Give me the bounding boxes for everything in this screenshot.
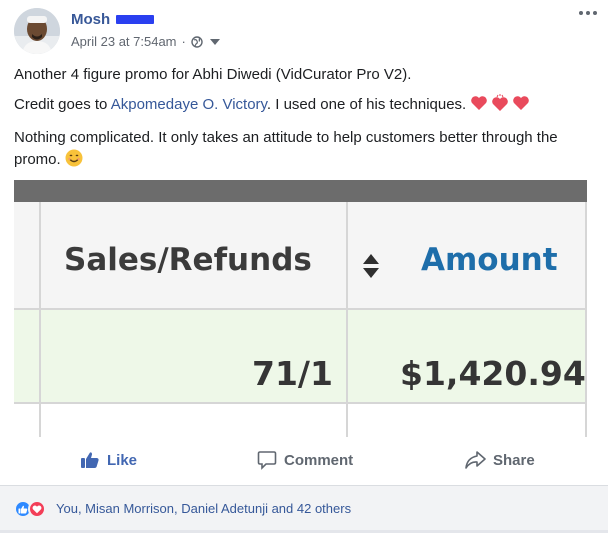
author-avatar[interactable]	[14, 8, 60, 54]
column-divider	[585, 202, 587, 437]
reactions-bar: You, Misan Morrison, Daniel Adetunji and…	[0, 485, 608, 531]
globe-icon	[191, 35, 203, 48]
post-line-3: Nothing complicated. It only takes an at…	[14, 127, 594, 174]
love-reaction-icon	[28, 500, 46, 518]
post-line-3-text: Nothing complicated. It only takes an at…	[14, 129, 558, 168]
facebook-post: Mosh April 23 at 7:54am · Another 4 figu…	[0, 0, 608, 533]
smiling-face-emoji-icon	[65, 149, 83, 174]
redaction-mark	[116, 14, 155, 24]
post-line-2-prefix: Credit goes to	[14, 96, 111, 113]
mentioned-user-link[interactable]: Akpomedaye O. Victory	[111, 96, 267, 113]
meta-separator: ·	[181, 34, 186, 49]
hearts-emoji-icon	[470, 94, 530, 119]
more-dot-icon	[586, 11, 590, 15]
post-timestamp[interactable]: April 23 at 7:54am	[71, 34, 177, 49]
avatar-photo	[14, 8, 60, 54]
sort-icon	[363, 254, 379, 278]
sales-refunds-cell: 71/1	[252, 354, 333, 393]
column-header-amount: Amount	[421, 242, 558, 278]
column-header-sales-refunds: Sales/Refunds	[64, 242, 312, 278]
thumbs-up-icon	[81, 452, 99, 468]
post-text: Another 4 figure promo for Abhi Diwedi (…	[14, 64, 594, 182]
share-label: Share	[493, 451, 535, 469]
more-dot-icon	[593, 11, 597, 15]
amount-cell: $1,420.94	[400, 354, 586, 393]
more-options-button[interactable]	[576, 4, 600, 22]
comment-label: Comment	[284, 451, 354, 469]
column-divider	[346, 202, 348, 437]
share-arrow-icon	[465, 451, 486, 469]
post-image[interactable]: Sales/Refunds Amount 71/1 $1,420.94	[14, 180, 587, 437]
audience-chevron-down-icon[interactable]	[209, 38, 220, 45]
share-button[interactable]: Share	[464, 438, 535, 482]
reaction-icons[interactable]	[14, 500, 46, 518]
post-meta: April 23 at 7:54am ·	[71, 34, 220, 49]
column-divider	[39, 202, 41, 437]
table-row	[14, 404, 587, 437]
image-top-bar	[14, 180, 587, 202]
post-line-1: Another 4 figure promo for Abhi Diwedi (…	[14, 66, 412, 83]
post-line-2: Credit goes to Akpomedaye O. Victory. I …	[14, 94, 594, 119]
post-actions-bar: Like Comment Share	[0, 438, 608, 482]
like-label: Like	[107, 451, 138, 469]
more-dot-icon	[579, 11, 583, 15]
comment-icon	[257, 451, 277, 470]
like-button[interactable]: Like	[80, 438, 137, 482]
author-name[interactable]: Mosh	[71, 11, 110, 28]
reactions-summary[interactable]: You, Misan Morrison, Daniel Adetunji and…	[56, 501, 351, 516]
comment-button[interactable]: Comment	[257, 438, 353, 482]
post-line-2-suffix: . I used one of his techniques.	[266, 96, 471, 113]
